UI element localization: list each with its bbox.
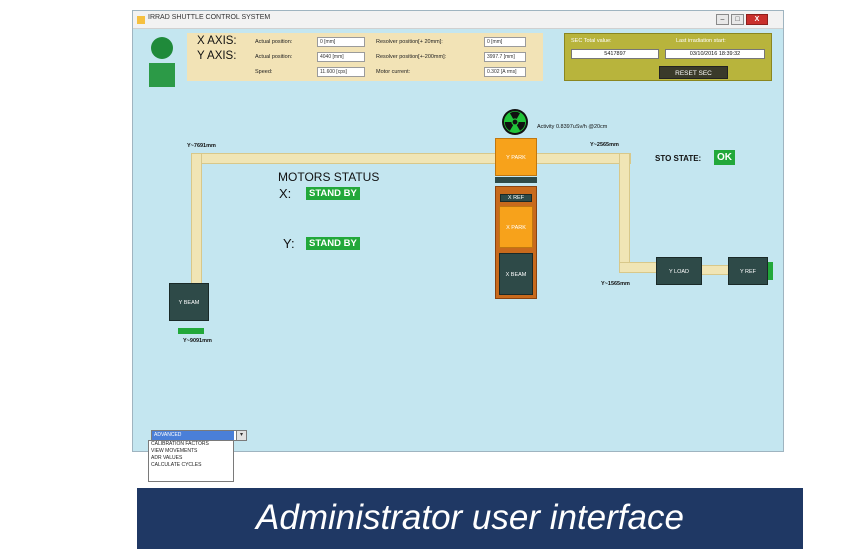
coord-top-right: Y~2565mm <box>590 142 619 148</box>
motor-y-label: Y: <box>283 236 295 251</box>
x-resolver-field[interactable]: 0 [mm] <box>484 37 526 47</box>
y-actual-label: Actual position: <box>255 54 293 60</box>
admin-option-cycles[interactable]: CALCULATE CYCLES <box>149 462 233 469</box>
admin-dropdown-list: CALIBRATION FACTORS VIEW MOVEMENTS ADR V… <box>148 440 234 482</box>
speed-field[interactable]: 11.600 [cps] <box>317 67 365 77</box>
admin-option-calibration[interactable]: CALIBRATION FACTORS <box>149 441 233 448</box>
x-actual-label: Actual position: <box>255 39 293 45</box>
y-resolver-label: Resolver position[+-200mm]: <box>376 54 447 60</box>
load-rail <box>619 262 657 273</box>
x-ref-station[interactable]: X REF <box>500 194 532 202</box>
motor-x-status: STAND BY <box>306 187 360 200</box>
maximize-button[interactable]: □ <box>731 14 744 25</box>
y-beam-station[interactable]: Y BEAM <box>169 283 209 321</box>
radiation-icon <box>502 109 528 135</box>
left-rail <box>191 153 202 291</box>
admin-option-adr[interactable]: ADR VALUES <box>149 455 233 462</box>
sec-total-field: 5417897 <box>571 49 659 59</box>
app-window: IRRAD SHUTTLE CONTROL SYSTEM – □ X X AXI… <box>132 10 784 452</box>
close-button[interactable]: X <box>746 14 768 25</box>
app-icon <box>137 16 145 24</box>
status-indicator <box>149 63 175 87</box>
right-rail <box>619 153 630 271</box>
y-axis-label: Y AXIS: <box>197 50 237 62</box>
y-ref-station[interactable]: Y REF <box>728 257 768 285</box>
x-axis-label: X AXIS: <box>197 35 237 47</box>
y-actual-field[interactable]: 4040 [mm] <box>317 52 365 62</box>
sto-state-badge: OK <box>714 150 735 165</box>
coord-bottom-left: Y~9091mm <box>183 338 212 344</box>
chevron-down-icon[interactable]: ▾ <box>236 431 246 440</box>
admin-dropdown-value[interactable]: ADVANCED <box>152 431 234 440</box>
shuttle-divider <box>495 177 537 183</box>
motor-y-status: STAND BY <box>306 237 360 250</box>
x-actual-field[interactable]: 0 [mm] <box>317 37 365 47</box>
caption-title: Administrator user interface <box>256 498 684 537</box>
last-irradiation-field: 03/10/2016 18:39:32 <box>665 49 765 59</box>
last-irradiation-label: Last irradiation start: <box>676 38 726 44</box>
axis-panel: X AXIS: Actual position: 0 [mm] Resolver… <box>187 33 543 81</box>
sto-state-label: STO STATE: <box>655 154 702 163</box>
y-ref-indicator <box>768 262 773 280</box>
top-rail <box>191 153 631 164</box>
y-park-station[interactable]: Y PARK <box>495 138 537 176</box>
sec-total-label: SEC Total value: <box>571 38 612 44</box>
minimize-button[interactable]: – <box>716 14 729 25</box>
x-park-station[interactable]: X PARK <box>499 206 533 248</box>
activity-readout: Activity 0.8397uSv/h @20cm <box>537 124 608 130</box>
coord-top-left: Y~7691mm <box>187 143 216 149</box>
motor-x-label: X: <box>279 186 292 201</box>
admin-option-movements[interactable]: VIEW MOVEMENTS <box>149 448 233 455</box>
caption-banner: Administrator user interface <box>137 488 803 549</box>
y-beam-indicator <box>178 328 204 334</box>
motors-status-title: MOTORS STATUS <box>278 170 380 184</box>
x-beam-station[interactable]: X BEAM <box>499 253 533 295</box>
window-title: IRRAD SHUTTLE CONTROL SYSTEM <box>148 14 271 21</box>
reset-sec-button[interactable]: RESET SEC <box>659 66 728 79</box>
status-light-icon <box>151 37 173 59</box>
coord-bottom-right: Y~1565mm <box>601 281 630 287</box>
y-load-station[interactable]: Y LOAD <box>656 257 702 285</box>
title-bar: IRRAD SHUTTLE CONTROL SYSTEM – □ X <box>133 11 783 29</box>
x-resolver-label: Resolver position[+ 20mm]: <box>376 39 443 45</box>
y-resolver-field[interactable]: 3997.7 [mm] <box>484 52 526 62</box>
motor-current-label: Motor current: <box>376 69 411 75</box>
motor-current-field[interactable]: 0.302 [A rms] <box>484 67 526 77</box>
speed-label: Speed: <box>255 69 273 75</box>
ref-rail <box>701 265 729 275</box>
sec-panel: SEC Total value: Last irradiation start:… <box>564 33 772 81</box>
